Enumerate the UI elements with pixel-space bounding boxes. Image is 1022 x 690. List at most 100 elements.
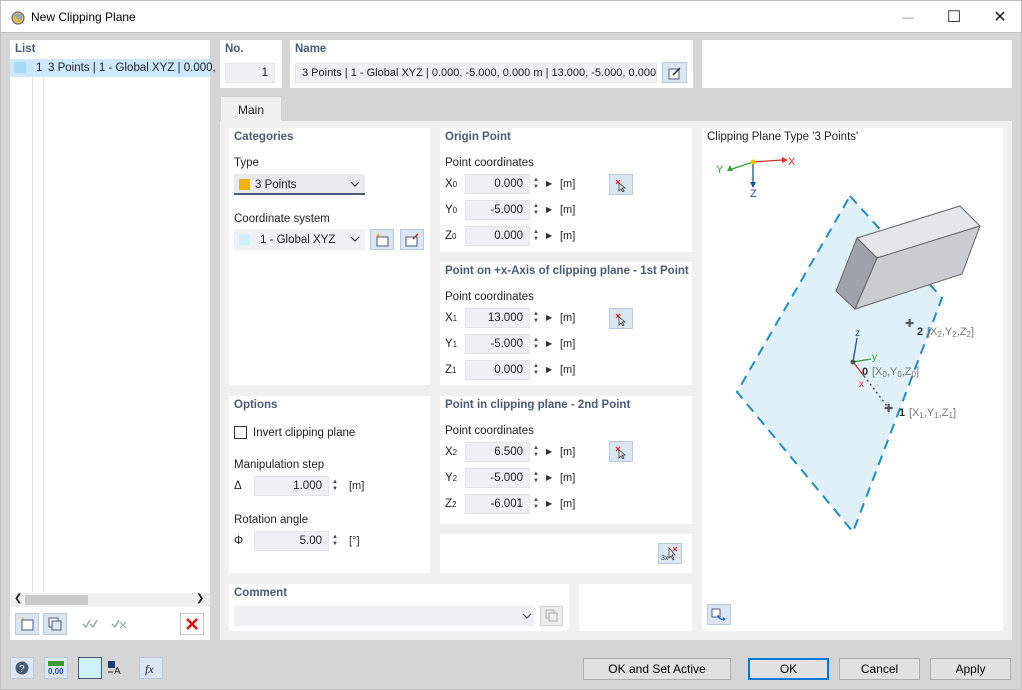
scroll-right-icon[interactable]: ❯ [196, 593, 204, 604]
window-title: New Clipping Plane [31, 10, 136, 24]
minimize-button[interactable]: — [885, 1, 931, 32]
function-icon: fx [145, 662, 154, 676]
angle-spinner[interactable]: ▲ ▼ [329, 531, 341, 551]
point-1-coords: [X1,Y1,Z1] [909, 407, 956, 420]
coordinate-input[interactable]: -5.000 [465, 200, 530, 220]
local-y-label: y [872, 352, 877, 363]
coordinate-spinner[interactable]: ▲ ▼ [530, 494, 542, 514]
number-input[interactable]: 1 [225, 63, 275, 83]
angle-unit: [°] [349, 535, 360, 547]
pick-origin-button[interactable] [609, 174, 633, 195]
coordinate-spinner[interactable]: ▲ ▼ [530, 174, 542, 194]
preview-panel: Clipping Plane Type '3 Points' X Y Z z y… [702, 128, 1003, 631]
coordinate-input[interactable]: -5.000 [465, 334, 530, 354]
copy-item-button[interactable] [43, 613, 67, 635]
ok-and-set-active-button[interactable]: OK and Set Active [583, 658, 731, 680]
caret-right-icon[interactable]: ▶ [546, 365, 552, 374]
grid-line [32, 77, 33, 592]
coordinate-spinner[interactable]: ▲ ▼ [530, 360, 542, 380]
comment-library-button[interactable] [540, 606, 563, 626]
title-bar: New Clipping Plane — ☐ ✕ [0, 0, 1022, 32]
coordinate-input[interactable]: 6.500 [465, 442, 530, 462]
coordinate-input[interactable]: 13.000 [465, 308, 530, 328]
angle-input[interactable]: 5.00 [254, 531, 329, 551]
help-button[interactable]: ? [10, 657, 34, 679]
caret-right-icon[interactable]: ▶ [546, 447, 552, 456]
first-point-panel: Point on +x-Axis of clipping plane - 1st… [440, 262, 692, 385]
formula-button[interactable]: fx [139, 657, 163, 679]
switch-view-button[interactable] [707, 604, 731, 625]
maximize-button[interactable]: ☐ [931, 1, 977, 32]
scrollbar-thumb[interactable] [25, 595, 88, 605]
coordinate-unit: [m] [560, 230, 576, 242]
scroll-left-icon[interactable]: ❮ [14, 593, 22, 604]
caret-right-icon[interactable]: ▶ [546, 179, 552, 188]
pick-second-point-button[interactable] [609, 441, 633, 462]
list-item[interactable]: 1 3 Points | 1 - Global XYZ | 0.000, [10, 59, 216, 77]
caret-right-icon[interactable]: ▶ [546, 205, 552, 214]
name-input[interactable]: 3 Points | 1 - Global XYZ | 0.000, -5.00… [295, 63, 657, 83]
coordinate-spinner[interactable]: ▲ ▼ [530, 200, 542, 220]
type-select[interactable]: 3 Points [234, 174, 365, 195]
caret-right-icon[interactable]: ▶ [546, 499, 552, 508]
caret-right-icon[interactable]: ▶ [546, 473, 552, 482]
coordinate-input[interactable]: 0.000 [465, 226, 530, 246]
preview-title: Clipping Plane Type '3 Points' [707, 131, 859, 143]
list-header: List [15, 43, 36, 55]
coordinate-axis-label: Y1 [445, 338, 458, 350]
coordinate-axis-label: Z1 [445, 364, 457, 376]
apply-button[interactable]: Apply [930, 658, 1011, 680]
coordinate-input[interactable]: -6.001 [465, 494, 530, 514]
uncheck-button[interactable] [107, 613, 131, 635]
number-header: No. [225, 43, 244, 55]
svg-text:✚: ✚ [905, 318, 914, 330]
cancel-button[interactable]: Cancel [839, 658, 920, 680]
pick-three-points-button[interactable]: 3x [658, 543, 682, 564]
list-panel: List 1 3 Points | 1 - Global XYZ | 0.000… [10, 40, 216, 640]
coordinate-spinner[interactable]: ▲ ▼ [530, 226, 542, 246]
close-button[interactable]: ✕ [977, 1, 1022, 32]
color-button[interactable] [78, 657, 102, 679]
coordinate-unit: [m] [560, 338, 576, 350]
cs-value: 1 - Global XYZ [260, 234, 336, 246]
check-all-button[interactable] [78, 613, 102, 635]
coordinate-input[interactable]: 0.000 [465, 360, 530, 380]
ok-button[interactable]: OK [748, 658, 829, 680]
coordinate-spinner[interactable]: ▲ ▼ [530, 468, 542, 488]
coordinate-input[interactable]: 0.000 [465, 174, 530, 194]
name-header: Name [295, 43, 327, 55]
coordinate-system-select[interactable]: 1 - Global XYZ [234, 229, 365, 250]
step-input[interactable]: 1.000 [254, 476, 329, 496]
coordinate-spinner[interactable]: ▲ ▼ [530, 308, 542, 328]
step-spinner[interactable]: ▲ ▼ [329, 476, 341, 496]
angle-label: Rotation angle [234, 514, 309, 526]
caret-right-icon[interactable]: ▶ [546, 313, 552, 322]
coordinate-spinner[interactable]: ▲ ▼ [530, 442, 542, 462]
coordinate-input[interactable]: -5.000 [465, 468, 530, 488]
delete-button[interactable] [180, 613, 204, 635]
list-item-label: 3 Points | 1 - Global XYZ | 0.000, [48, 62, 216, 74]
ok-label: OK [779, 662, 798, 676]
coordinate-spinner[interactable]: ▲ ▼ [530, 334, 542, 354]
comment-input[interactable] [234, 606, 534, 626]
decimal-places-icon: 0,00 [48, 661, 64, 676]
caret-right-icon[interactable]: ▶ [546, 231, 552, 240]
edit-name-button[interactable] [662, 62, 687, 83]
number-panel: No. 1 [220, 40, 282, 88]
caret-right-icon[interactable]: ▶ [546, 339, 552, 348]
new-item-button[interactable] [15, 613, 39, 635]
pick-three-points-panel: 3x [440, 534, 692, 573]
invert-checkbox[interactable] [234, 426, 247, 439]
second-point-panel: Point in clipping plane - 2nd Point Poin… [440, 396, 692, 524]
svg-text:✚: ✚ [884, 403, 893, 415]
first-point-header: Point on +x-Axis of clipping plane - 1st… [445, 265, 689, 277]
new-coordinate-system-button[interactable] [370, 229, 394, 250]
tab-main[interactable]: Main [220, 96, 282, 122]
step-label: Manipulation step [234, 459, 325, 471]
pick-first-point-button[interactable] [609, 308, 633, 329]
edit-coordinate-system-button[interactable] [400, 229, 424, 250]
horizontal-scrollbar[interactable]: ❮ ❯ [10, 593, 210, 607]
app-icon [11, 11, 25, 25]
text-style-button[interactable]: A [104, 657, 128, 679]
units-button[interactable]: 0,00 [44, 657, 68, 679]
